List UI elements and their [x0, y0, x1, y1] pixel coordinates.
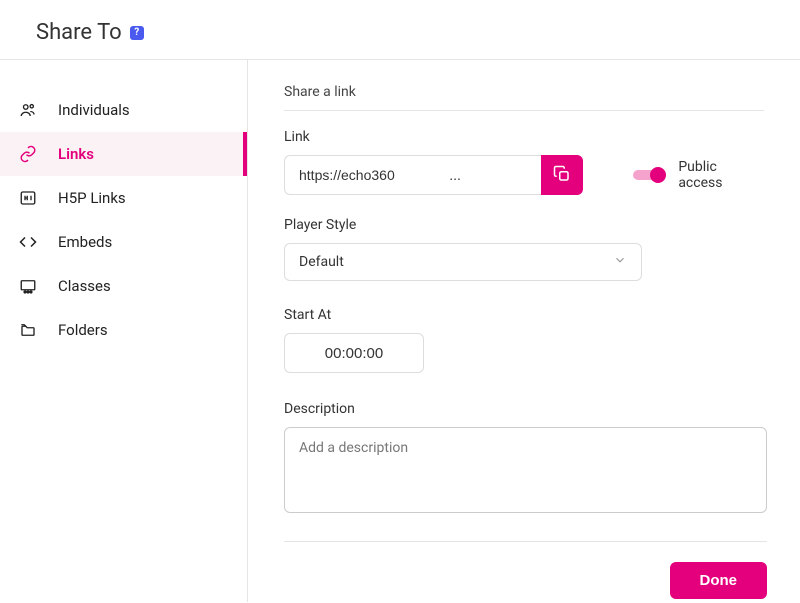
sidebar-item-label: Classes [58, 277, 111, 295]
h5p-icon [18, 188, 38, 208]
start-at-label: Start At [284, 307, 764, 323]
toggle-knob [650, 167, 666, 183]
link-label: Link [284, 129, 764, 145]
section-title: Share a link [284, 84, 764, 111]
sidebar-item-embeds[interactable]: Embeds [0, 220, 247, 264]
copy-button[interactable] [541, 155, 583, 195]
help-icon[interactable]: ? [130, 26, 144, 40]
sidebar-item-h5p-links[interactable]: H5P Links [0, 176, 247, 220]
player-style-select[interactable]: Default [284, 243, 642, 281]
copy-icon [553, 165, 571, 186]
page-title: Share To [36, 20, 122, 45]
select-value: Default [299, 254, 344, 270]
player-style-label: Player Style [284, 217, 764, 233]
sidebar-item-label: Embeds [58, 233, 112, 251]
link-icon [18, 144, 38, 164]
sidebar-item-folders[interactable]: Folders [0, 308, 247, 352]
done-button[interactable]: Done [670, 562, 768, 599]
folder-icon [18, 320, 38, 340]
description-textarea[interactable] [284, 427, 767, 513]
start-at-input[interactable] [284, 333, 424, 373]
chevron-down-icon [613, 253, 627, 271]
code-icon [18, 232, 38, 252]
people-icon [18, 100, 38, 120]
description-label: Description [284, 401, 764, 417]
public-access-label: Public access [678, 159, 764, 191]
divider [284, 541, 767, 542]
sidebar-item-label: Folders [58, 321, 108, 339]
sidebar-item-links[interactable]: Links [0, 132, 247, 176]
sidebar-item-label: Links [58, 145, 94, 163]
main-content: Share a link Link Public access Player S… [248, 60, 800, 602]
sidebar-item-label: H5P Links [58, 189, 126, 207]
link-input[interactable] [284, 155, 541, 195]
sidebar: Individuals Links H5P Links Embeds Class… [0, 60, 248, 602]
sidebar-item-classes[interactable]: Classes [0, 264, 247, 308]
public-access-toggle[interactable] [633, 170, 665, 180]
classes-icon [18, 276, 38, 296]
sidebar-item-individuals[interactable]: Individuals [0, 88, 247, 132]
sidebar-item-label: Individuals [58, 101, 130, 119]
